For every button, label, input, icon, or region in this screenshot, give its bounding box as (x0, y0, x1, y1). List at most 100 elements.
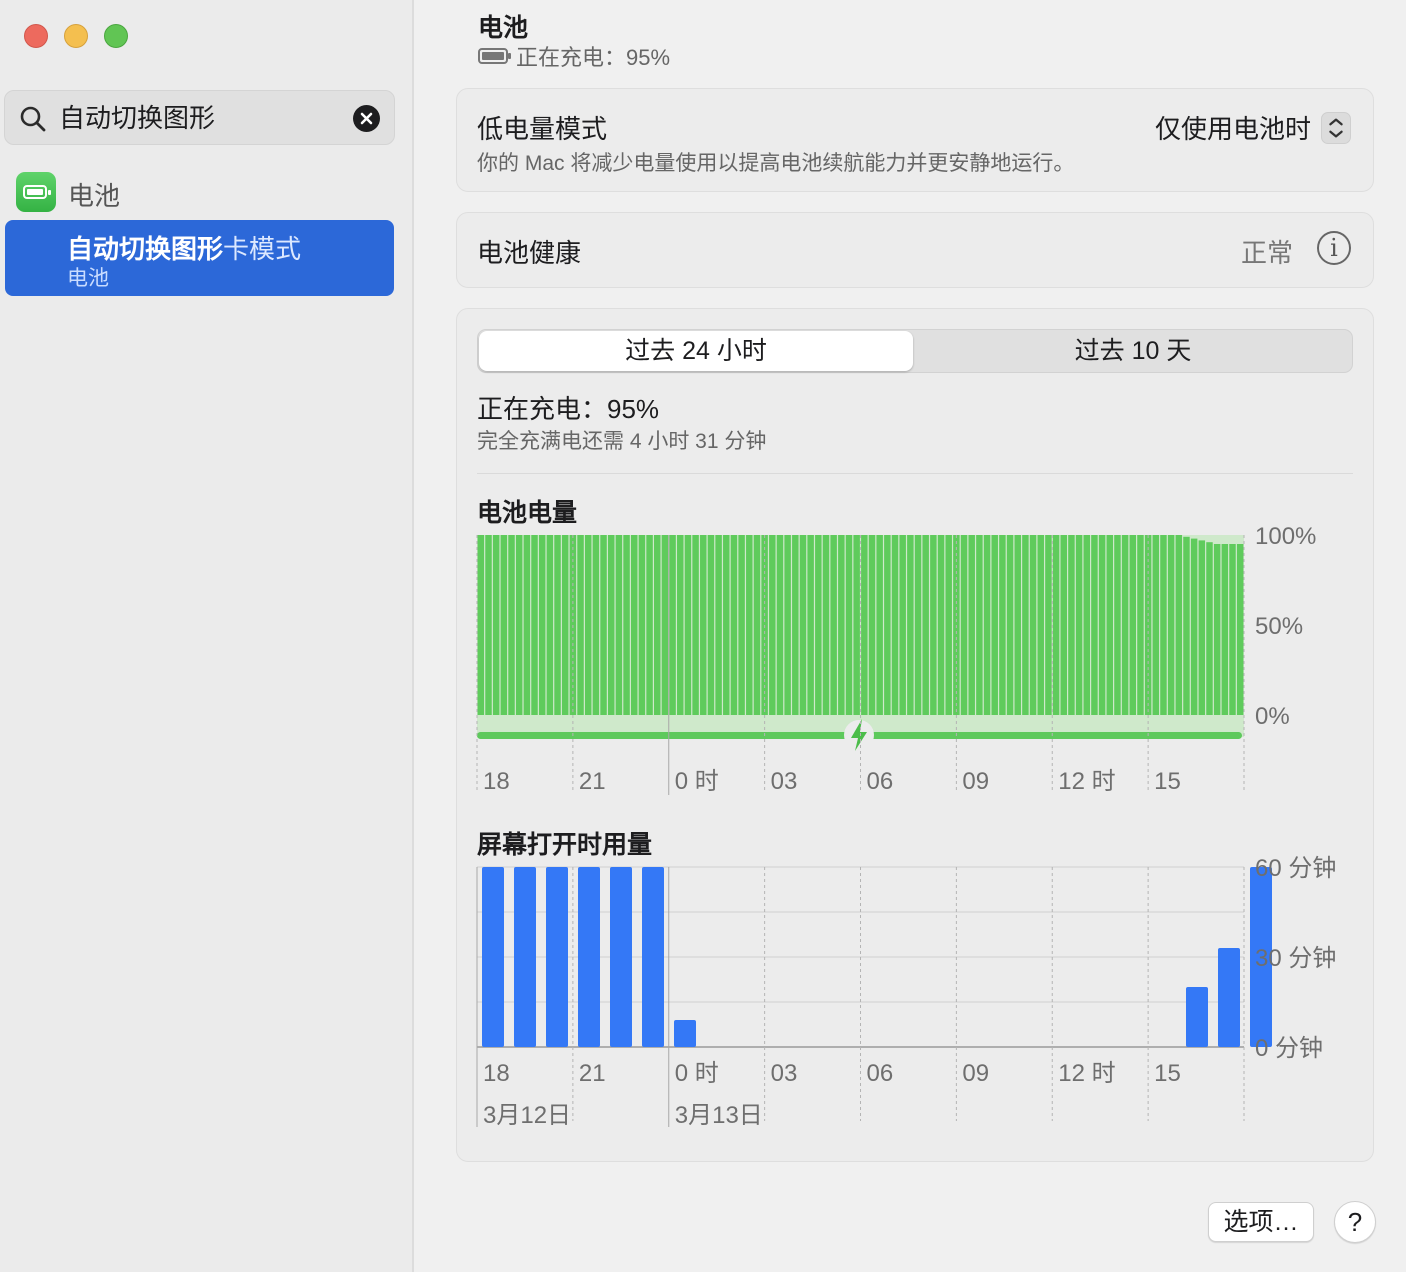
help-button[interactable]: ? (1334, 1201, 1376, 1243)
battery-level-bar (1006, 535, 1014, 715)
screen-usage-bar (546, 867, 568, 1047)
battery-level-bar (615, 535, 623, 715)
battery-level-bar (1068, 535, 1075, 715)
battery-level-bar (914, 535, 922, 715)
usage-x-tick: 06 (867, 1060, 894, 1087)
battery-level-bar (907, 535, 914, 715)
clear-icon[interactable] (353, 105, 380, 132)
battery-level-bar (1091, 535, 1098, 715)
battery-level-bar (807, 535, 814, 715)
battery-level-bar (930, 535, 937, 715)
charging-battery-icon (478, 48, 511, 64)
low-power-selected-value: 仅使用电池时 (1154, 114, 1311, 144)
battery-level-bar (600, 535, 607, 715)
sidebar-item-label: 电池 (68, 181, 121, 211)
usage-x-tick: 15 (1154, 1060, 1181, 1087)
usage-y-tick: 60 分钟 (1255, 855, 1336, 882)
page-status-text: 正在充电：95% (516, 45, 671, 70)
battery-x-tick: 12 时 (1058, 768, 1115, 795)
battery-level-bar (646, 535, 653, 715)
battery-level-bar (1106, 535, 1114, 715)
usage-y-tick: 30 分钟 (1255, 945, 1336, 972)
date-label: 3月12日 (483, 1102, 571, 1129)
options-button[interactable]: 选项… (1208, 1202, 1314, 1242)
search-result-auto-graphics-switching[interactable]: 自动切换图形卡模式 电池 (5, 220, 394, 296)
battery-level-bar (884, 535, 891, 715)
battery-level-bar (1167, 535, 1175, 715)
battery-level-bar (792, 535, 799, 715)
low-power-mode-card: 低电量模式 你的 Mac 将减少电量使用以提高电池续航能力并更安静地运行。 仅使… (456, 88, 1374, 192)
usage-x-tick: 18 (483, 1060, 510, 1087)
battery-x-tick: 0 时 (675, 768, 719, 795)
zoom-window-button[interactable] (104, 24, 128, 48)
battery-level-bar (538, 535, 546, 715)
battery-x-tick: 06 (867, 768, 894, 795)
battery-level-bar (1029, 535, 1037, 715)
battery-level-bar (584, 535, 592, 715)
battery-level-bar (684, 535, 692, 715)
battery-level-bar (830, 535, 837, 715)
battery-x-tick: 18 (483, 768, 510, 795)
battery-x-tick: 09 (962, 768, 989, 795)
screen-usage-bar (482, 867, 504, 1047)
battery-level-bar (983, 535, 991, 715)
close-window-button[interactable] (24, 24, 48, 48)
screen-usage-bar (1186, 987, 1208, 1047)
chevron-updown-icon[interactable] (1321, 111, 1351, 144)
battery-level-bar (477, 535, 485, 715)
minimize-window-button[interactable] (64, 24, 88, 48)
battery-level-bar (508, 535, 515, 715)
battery-level-bar (753, 535, 761, 715)
battery-level-bar (515, 535, 523, 715)
battery-level-bar (623, 535, 630, 715)
battery-y-tick: 100% (1255, 523, 1316, 550)
battery-level-bar (715, 535, 722, 715)
battery-x-tick: 21 (579, 768, 606, 795)
date-label: 3月13日 (675, 1102, 763, 1129)
low-power-select[interactable]: 仅使用电池时 (1155, 109, 1351, 146)
sidebar-item-battery[interactable]: 电池 (16, 170, 396, 214)
battery-health-title: 电池健康 (477, 238, 582, 268)
battery-level-bar (1045, 535, 1052, 715)
battery-level-bar (1075, 535, 1083, 715)
battery-app-icon (16, 172, 56, 212)
battery-x-tick: 03 (771, 768, 798, 795)
battery-level-bar (1121, 535, 1129, 715)
battery-level-bar (868, 535, 876, 715)
battery-level-bar (1175, 535, 1183, 715)
usage-x-tick: 03 (771, 1060, 798, 1087)
usage-y-tick: 0 分钟 (1255, 1035, 1323, 1062)
search-input[interactable]: 自动切换图形 (59, 103, 215, 133)
search-field[interactable]: 自动切换图形 (4, 90, 395, 145)
usage-charts: 电池电量 100% 50% 0% 18 21 0 时 03 06 09 12 时 15 屏幕打开时用量 6… (476, 499, 1336, 1129)
info-icon[interactable]: i (1317, 231, 1351, 265)
battery-level-bar (531, 535, 538, 715)
battery-level-bar (500, 535, 508, 715)
battery-level-bar (1137, 535, 1144, 715)
screen-usage-bar (674, 1020, 696, 1047)
battery-level-bar (638, 535, 646, 715)
battery-level-bar (1129, 535, 1137, 715)
battery-level-bar (577, 535, 584, 715)
battery-level-bar (1022, 535, 1029, 715)
battery-level-bar (784, 535, 791, 715)
battery-level-bar (853, 535, 860, 715)
main-pane: 电池 正在充电：95% 低电量模式 你的 Mac 将减少电量使用以提高电池续航能… (416, 0, 1406, 1272)
battery-level-bar (976, 535, 983, 715)
battery-level-bar (1083, 535, 1090, 715)
battery-level-bar (1052, 535, 1060, 715)
battery-level-bar (1037, 535, 1044, 715)
page-status: 正在充电：95% (478, 40, 670, 72)
battery-level-bar (1098, 535, 1106, 715)
battery-level-bar (661, 535, 669, 715)
screen-usage-bar (578, 867, 600, 1047)
battery-level-bar (968, 535, 975, 715)
battery-level-bar (861, 535, 868, 715)
low-power-title: 低电量模式 (477, 114, 608, 144)
battery-level-bar (815, 535, 822, 715)
battery-level-bar (822, 535, 830, 715)
battery-level-bar (891, 535, 899, 715)
page-title: 电池 (478, 14, 529, 42)
battery-level-bar (845, 535, 853, 715)
screen-usage-bar (642, 867, 664, 1047)
